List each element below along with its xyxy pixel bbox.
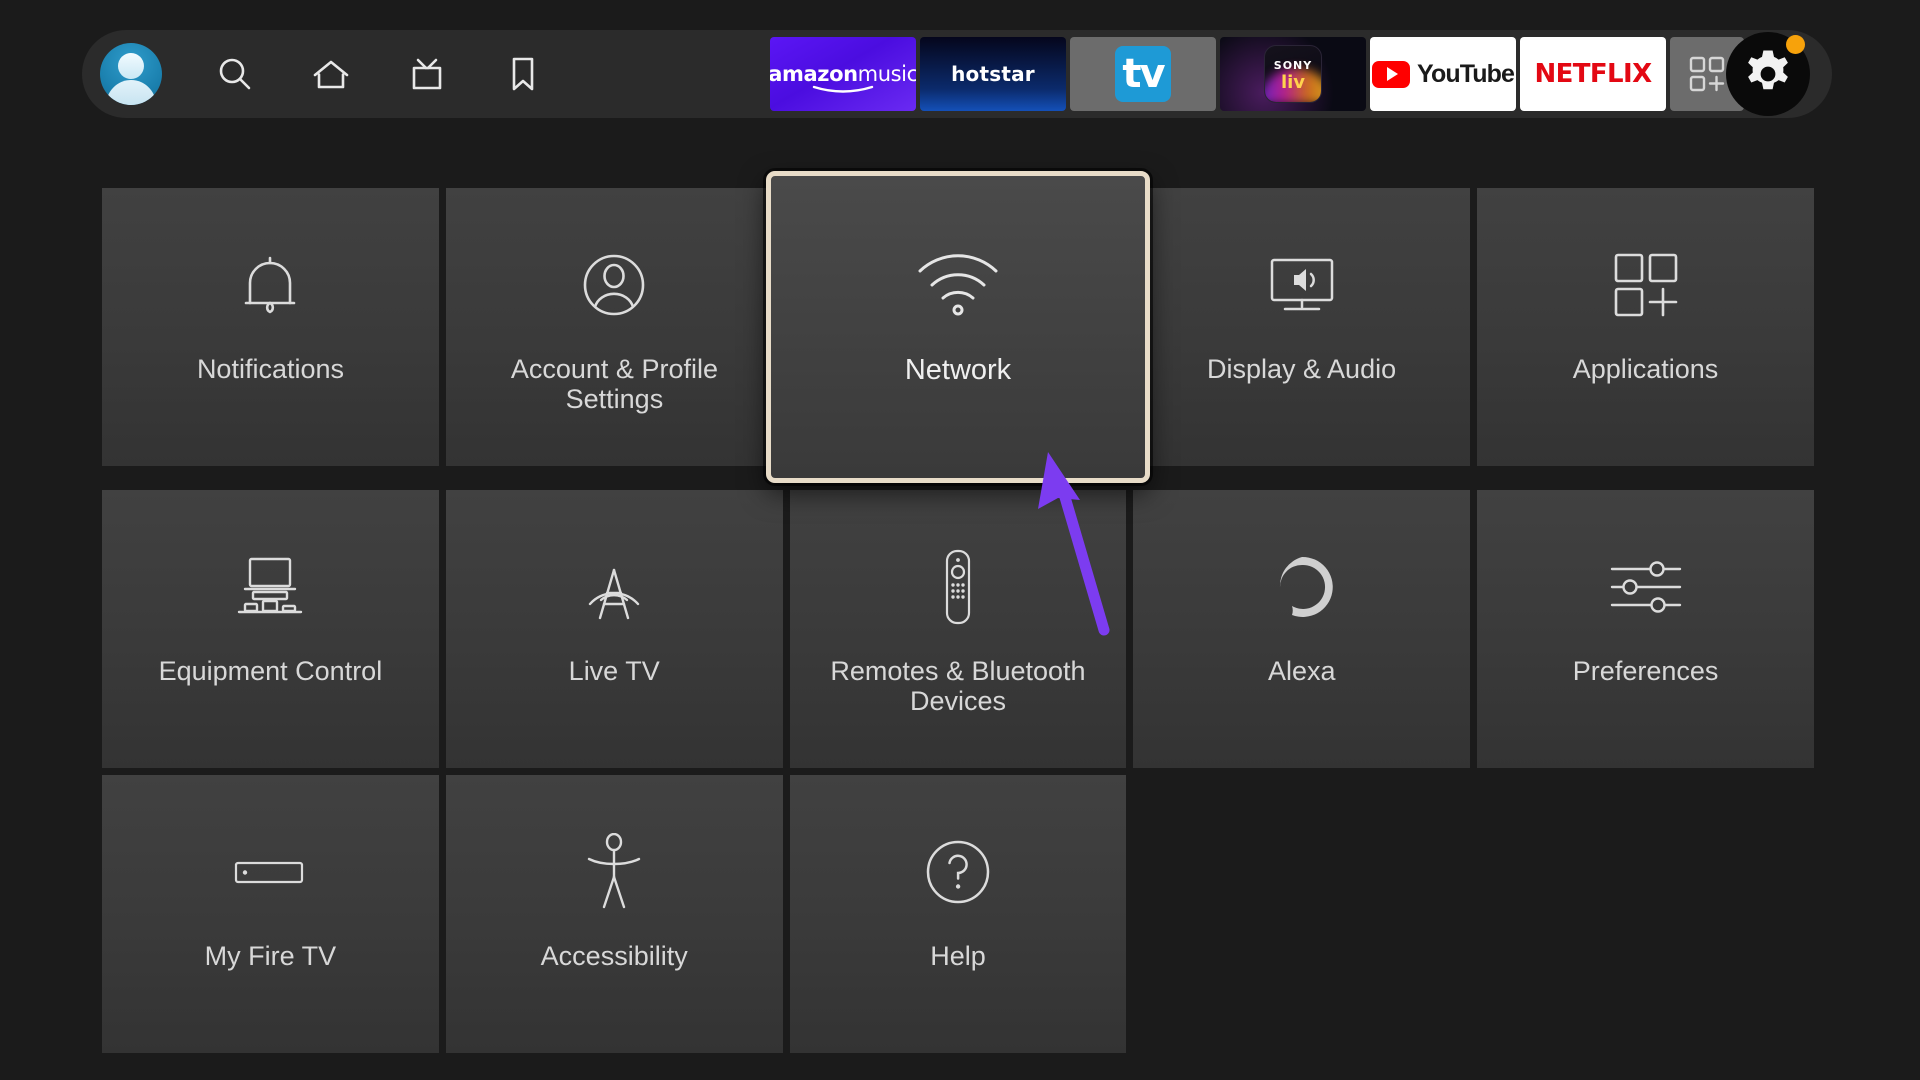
settings-tile-live-tv[interactable]: Live TV [445, 490, 783, 768]
settings-row-3: My Fire TV Accessibility Help [102, 775, 1814, 1053]
settings-tile-label: Accessibility [540, 941, 688, 971]
live-tv-icon[interactable] [404, 51, 450, 97]
bell-icon [231, 246, 309, 324]
fire-tv-settings-screen: amazonmusic hotstar tv SONY liv YouTube … [0, 0, 1920, 1080]
settings-tile-label: Remotes & Bluetooth Devices [830, 656, 1086, 717]
nav-icon-group [82, 43, 546, 105]
settings-tile-remotes-bluetooth-devices[interactable]: Remotes & Bluetooth Devices [789, 490, 1127, 768]
settings-tile-equipment-control[interactable]: Equipment Control [102, 490, 439, 768]
settings-tile-blank-2 [1477, 775, 1814, 1053]
settings-row-1: Notifications Account & Profile Settings [102, 171, 1814, 483]
sliders-icon [1607, 548, 1685, 626]
amazon-music-word1: amazon [770, 62, 858, 86]
gear-icon [1748, 50, 1788, 90]
amazon-smile-icon [812, 85, 874, 93]
settings-tile-label: Network [904, 354, 1012, 386]
person-circle-icon [575, 246, 653, 324]
settings-tile-label: Help [930, 941, 986, 971]
settings-tile-preferences[interactable]: Preferences [1477, 490, 1814, 768]
alexa-ring-icon [1263, 548, 1341, 626]
app-tile-youtube[interactable]: YouTube [1370, 37, 1516, 111]
tv-speaker-icon [1263, 246, 1341, 324]
settings-tile-display-audio[interactable]: Display & Audio [1133, 188, 1471, 466]
app-tile-sony-liv[interactable]: SONY liv [1220, 37, 1366, 111]
sony-liv-badge: SONY liv [1264, 45, 1322, 103]
settings-tile-notifications[interactable]: Notifications [102, 188, 439, 466]
hotstar-label: hotstar [951, 62, 1035, 86]
app-tile-amazon-music[interactable]: amazonmusic [770, 37, 916, 111]
settings-tile-account-profile-settings[interactable]: Account & Profile Settings [445, 188, 783, 466]
avatar-body [105, 80, 157, 105]
settings-tile-label: Alexa [1268, 656, 1336, 686]
app-tile-apple-tv[interactable]: tv [1070, 37, 1216, 111]
settings-tile-label: Equipment Control [158, 656, 383, 686]
search-icon[interactable] [212, 51, 258, 97]
wifi-icon [912, 236, 1004, 328]
question-circle-icon [919, 833, 997, 911]
profile-avatar[interactable] [100, 43, 162, 105]
youtube-label: YouTube [1417, 59, 1515, 88]
bookmark-icon[interactable] [500, 51, 546, 97]
remote-icon [919, 548, 997, 626]
settings-tile-label: Applications [1572, 354, 1719, 384]
notification-badge-dot [1786, 35, 1805, 54]
top-navigation-bar: amazonmusic hotstar tv SONY liv YouTube … [82, 30, 1832, 118]
settings-tile-label: Live TV [568, 656, 660, 686]
apps-grid-add-icon [1689, 56, 1725, 92]
settings-tile-label: Display & Audio [1207, 354, 1397, 384]
settings-tile-label: Account & Profile Settings [510, 354, 718, 415]
apps-grid-icon [1607, 246, 1685, 324]
settings-tile-help[interactable]: Help [789, 775, 1127, 1053]
settings-tile-network[interactable]: Network [765, 171, 1151, 483]
settings-tile-alexa[interactable]: Alexa [1133, 490, 1471, 768]
accessibility-icon [575, 833, 653, 911]
sony-label: SONY [1273, 58, 1313, 72]
app-tile-netflix[interactable]: NETFLIX [1520, 37, 1666, 111]
antenna-icon [575, 548, 653, 626]
app-tile-hotstar[interactable]: hotstar [920, 37, 1066, 111]
youtube-play-icon [1372, 60, 1411, 88]
settings-tile-label: Notifications [196, 354, 345, 384]
settings-tile-accessibility[interactable]: Accessibility [445, 775, 783, 1053]
fire-tv-stick-icon [231, 833, 309, 911]
settings-tile-blank-1 [1133, 775, 1470, 1053]
app-shortcut-strip: amazonmusic hotstar tv SONY liv YouTube … [770, 37, 1832, 111]
liv-label: liv [1280, 71, 1306, 93]
settings-tile-my-fire-tv[interactable]: My Fire TV [102, 775, 439, 1053]
settings-tile-label: My Fire TV [204, 941, 337, 971]
netflix-label: NETFLIX [1534, 59, 1652, 89]
avatar-head [117, 52, 145, 79]
amazon-music-word2: music [857, 62, 916, 86]
settings-row-2: Equipment Control Live TV Remotes & Blue… [102, 490, 1814, 768]
settings-tile-applications[interactable]: Applications [1477, 188, 1814, 466]
home-icon[interactable] [308, 51, 354, 97]
settings-gear-button[interactable] [1726, 32, 1810, 116]
apple-tv-badge: tv [1115, 46, 1171, 102]
settings-tile-grid: Notifications Account & Profile Settings [102, 171, 1814, 1060]
settings-tile-label: Preferences [1572, 656, 1719, 686]
monitor-equipment-icon [231, 548, 309, 626]
